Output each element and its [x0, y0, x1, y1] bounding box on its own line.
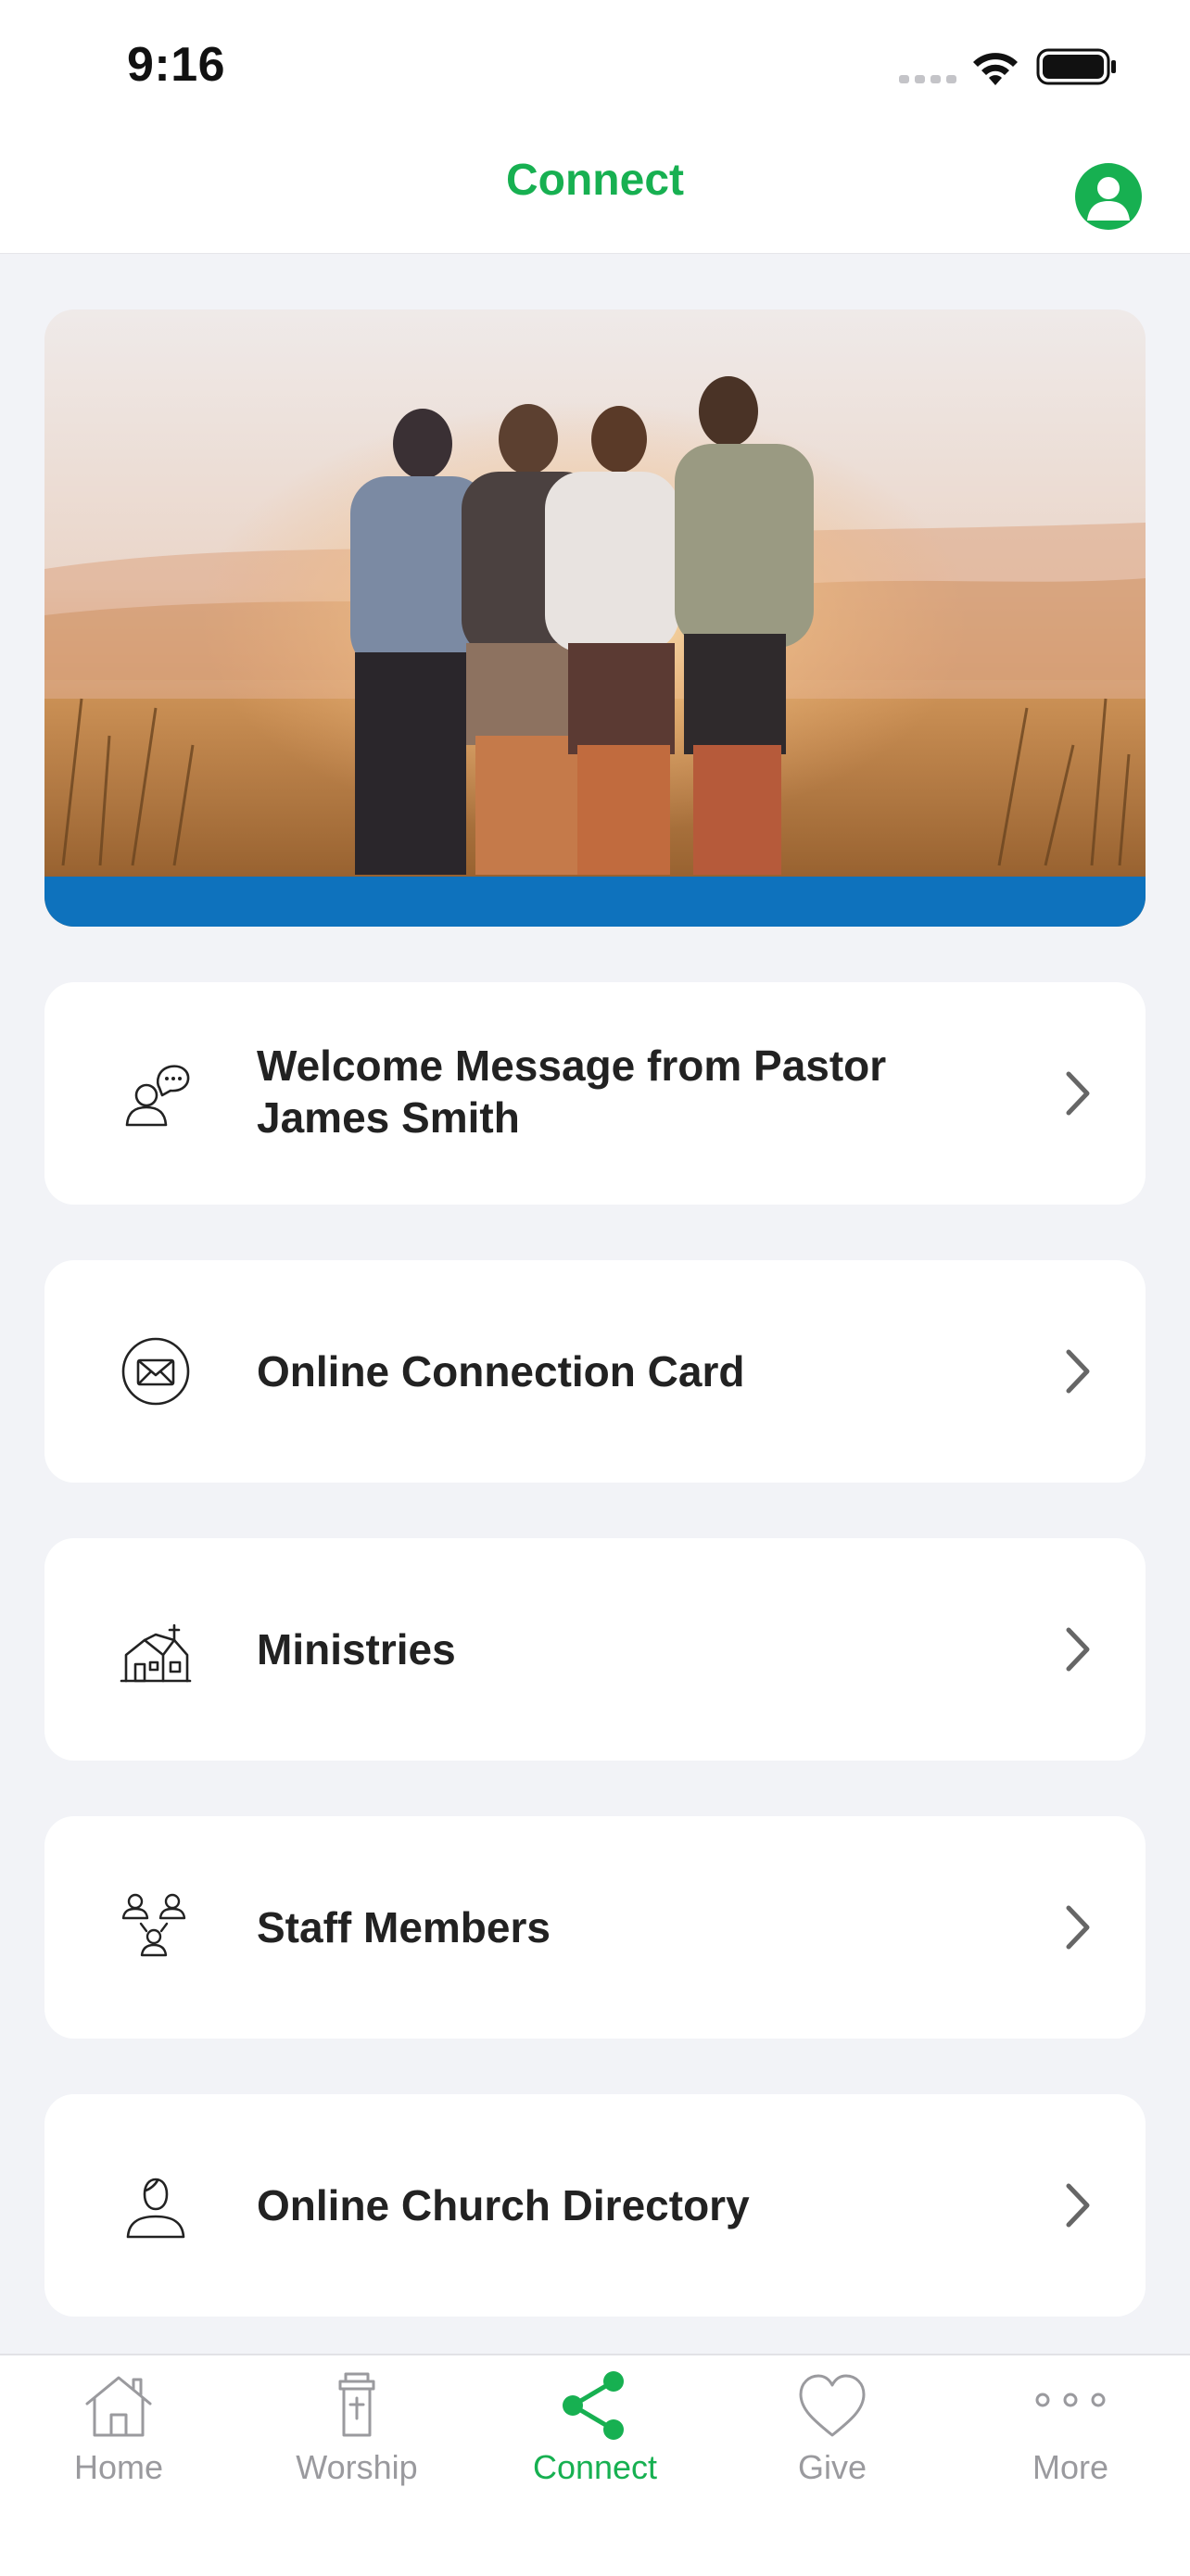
hero-image — [44, 309, 1146, 927]
church-building-icon — [120, 1623, 192, 1683]
more-dots-icon — [1035, 2393, 1106, 2407]
tab-label: Worship — [296, 2448, 418, 2486]
pulpit-icon — [338, 2372, 375, 2437]
list-item-ministries[interactable]: Ministries — [44, 1538, 1146, 1761]
battery-icon — [1036, 48, 1116, 85]
tab-label: More — [1032, 2448, 1109, 2486]
tab-connect[interactable]: Connect — [476, 2355, 714, 2504]
people-group-icon — [121, 1893, 186, 1957]
tab-give[interactable]: Give — [714, 2355, 951, 2504]
person-circle-icon — [1087, 177, 1130, 221]
list-item-label-line2: James Smith — [257, 1093, 520, 1142]
wifi-icon — [973, 53, 1018, 85]
chevron-right-icon — [1066, 1349, 1090, 1394]
house-icon — [85, 2376, 152, 2437]
tab-home[interactable]: Home — [0, 2355, 237, 2504]
content-scroll-area[interactable]: Welcome Message from Pastor James Smith … — [0, 254, 1190, 2354]
tab-label: Connect — [532, 2448, 658, 2486]
list-item-connection-card[interactable]: Online Connection Card — [44, 1260, 1146, 1483]
share-nodes-icon — [563, 2371, 624, 2440]
chevron-right-icon — [1066, 2183, 1090, 2228]
list-item-label: Online Connection Card — [257, 1347, 745, 1395]
tab-more[interactable]: More — [952, 2355, 1189, 2504]
status-time: 9:16 — [127, 38, 226, 92]
chevron-right-icon — [1066, 1627, 1090, 1672]
four-friends-at-sunset-photo — [44, 309, 1146, 927]
page-title: Connect — [506, 156, 684, 205]
list-item-label: Staff Members — [257, 1903, 551, 1951]
list-item-welcome-message[interactable]: Welcome Message from Pastor James Smith — [44, 982, 1146, 1205]
list-item-label: Ministries — [257, 1625, 456, 1673]
profile-button[interactable] — [1075, 163, 1142, 230]
speech-bubble-person-icon — [125, 1065, 190, 1127]
chevron-right-icon — [1066, 1071, 1090, 1116]
chevron-right-icon — [1066, 1905, 1090, 1950]
list-item-staff-members[interactable]: Staff Members — [44, 1816, 1146, 2039]
heart-icon — [799, 2374, 866, 2437]
list-item-label-line1: Welcome Message from Pastor — [257, 1042, 887, 1090]
envelope-circle-icon — [121, 1337, 190, 1406]
list-item-label: Online Church Directory — [257, 2181, 750, 2229]
cellular-signal-icon — [899, 75, 956, 83]
tab-bar: Home Worship Connect Give More — [0, 2354, 1190, 2576]
status-bar: 9:16 — [0, 0, 1190, 134]
list-item-church-directory[interactable]: Online Church Directory — [44, 2094, 1146, 2317]
navigation-bar: Connect — [0, 134, 1190, 254]
tab-worship[interactable]: Worship — [238, 2355, 475, 2504]
tab-label: Home — [73, 2448, 164, 2486]
tab-label: Give — [797, 2448, 867, 2486]
person-outline-icon — [126, 2178, 185, 2239]
